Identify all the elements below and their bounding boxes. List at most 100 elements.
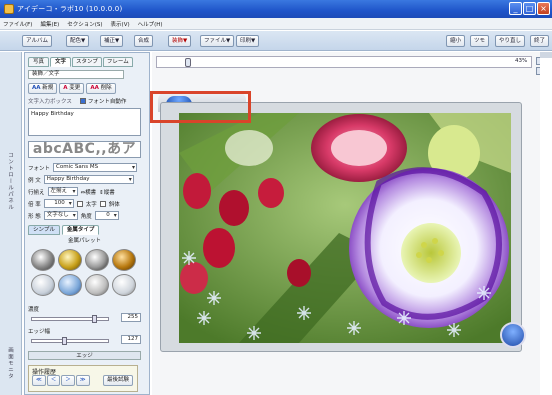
redo-button[interactable]: やり直し <box>495 35 526 47</box>
toolbar: アルバム 配色▼ 補正▼ 合成 装飾▼ ファイル▼ 印刷▼ 縮小 ツモ やり直し… <box>0 31 552 51</box>
shape-label: 形 態 <box>28 213 41 220</box>
close-button[interactable]: × <box>537 2 550 15</box>
text-input[interactable]: Happy Birthday <box>28 108 141 136</box>
title-bar: アイデーコ・ラボ10 (10.0.0.0) _ □ × <box>0 0 552 18</box>
app-icon <box>4 4 14 14</box>
menu-edit[interactable]: 編集(E) <box>40 20 59 28</box>
photo-frame <box>160 102 522 352</box>
monitor-label: 画面モニタ <box>7 347 13 380</box>
opacity-slider[interactable] <box>31 315 109 323</box>
opacity-thumb[interactable] <box>92 315 97 323</box>
edge-label: エッジ幅 <box>28 329 51 335</box>
window-title: アイデーコ・ラボ10 (10.0.0.0) <box>17 5 123 13</box>
album-button[interactable]: アルバム <box>22 35 52 47</box>
font-auto-label: フォント自動作 <box>87 99 127 105</box>
history-next-button[interactable]: ＞ <box>61 375 75 386</box>
size-label: 倍 率 <box>28 201 41 208</box>
tab-photo[interactable]: 写真 <box>28 57 50 67</box>
delete-text-button[interactable]: AA 削除 <box>86 83 116 94</box>
section-title: 装飾／文字 <box>28 70 124 79</box>
decorate-button[interactable]: 装飾▼ <box>168 35 192 47</box>
horizontal-option[interactable]: ⇔横書 <box>81 188 97 196</box>
tab-simple[interactable]: シンプル <box>28 225 60 235</box>
print-button[interactable]: 印刷▼ <box>236 35 260 47</box>
vertical-scrollbar[interactable] <box>540 52 552 395</box>
input-label: 文字入力ボックス <box>28 99 72 105</box>
change-text-button[interactable]: A 変更 <box>59 83 85 94</box>
string-label: 例 文 <box>28 177 41 184</box>
control-panel-label: コントロールパネル <box>7 152 13 211</box>
menu-help[interactable]: ヘルプ(H) <box>138 20 163 28</box>
edge-section[interactable]: エッジ <box>28 351 141 360</box>
canvas-photo[interactable] <box>179 113 511 343</box>
size-input[interactable]: 100 <box>43 199 74 208</box>
swatch-silver[interactable] <box>31 249 55 271</box>
swatch-blue[interactable] <box>58 274 82 296</box>
italic-label: 斜体 <box>108 201 120 208</box>
swatch-light[interactable] <box>112 274 136 296</box>
corner-knob-icon[interactable] <box>500 322 526 348</box>
action-row: AA 新規 A 変更 AA 削除 <box>28 83 116 94</box>
italic-checkbox[interactable] <box>99 200 106 207</box>
menu-file[interactable]: ファイル(F) <box>3 20 32 28</box>
edge-slider[interactable] <box>31 337 109 345</box>
highlight-box <box>150 91 251 123</box>
maximize-button[interactable]: □ <box>523 2 536 15</box>
string-row: 例 文 Happy Birthday <box>28 175 134 184</box>
edge-value[interactable]: 127 <box>121 335 141 344</box>
edge-thumb[interactable] <box>62 337 67 345</box>
zoom-slider[interactable]: 43% <box>156 56 532 68</box>
swatch-gold[interactable] <box>58 249 82 271</box>
zoom-thumb[interactable] <box>185 58 191 67</box>
history-first-button[interactable]: ≪ <box>32 375 46 386</box>
compose-button[interactable]: 合成 <box>134 35 154 47</box>
exit-button[interactable]: 終了 <box>530 35 550 47</box>
panel-tabs: 写真 文字 スタンプ フレーム <box>28 57 133 67</box>
window-controls: _ □ × <box>509 2 550 15</box>
history-panel: 操作履歴 ≪ ＜ ＞ ≫ 最後試験 <box>28 365 138 392</box>
size-row: 倍 率 100 太字 斜体 <box>28 199 120 208</box>
new-text-button[interactable]: AA 新規 <box>28 83 58 94</box>
shape-row: 形 態 文字なし 角度 0 <box>28 211 119 220</box>
history-apply-button[interactable]: 最後試験 <box>103 375 134 386</box>
font-auto-checkbox[interactable] <box>79 98 86 104</box>
bold-label: 太字 <box>85 201 97 208</box>
tab-frame[interactable]: フレーム <box>102 57 133 67</box>
control-panel: 写真 文字 スタンプ フレーム 装飾／文字 AA 新規 A 変更 AA 削除 文… <box>24 52 150 395</box>
align-row: 行揃え 左揃え ⇔横書 ⇕縦書 <box>28 187 115 196</box>
history-prev-button[interactable]: ＜ <box>46 375 61 386</box>
font-select[interactable]: Comic Sans MS <box>53 163 138 172</box>
menu-view[interactable]: 表示(V) <box>111 20 130 28</box>
menu-bar: ファイル(F) 編集(E) セクション(S) 表示(V) ヘルプ(H) <box>0 18 552 30</box>
tab-text[interactable]: 文字 <box>50 57 72 67</box>
file-button[interactable]: ファイル▼ <box>200 35 235 47</box>
correct-button[interactable]: 補正▼ <box>100 35 124 47</box>
swatch-bronze[interactable] <box>112 249 136 271</box>
align-select[interactable]: 左揃え <box>47 187 78 196</box>
tab-stamp[interactable]: スタンプ <box>72 57 102 67</box>
font-row: フォント Comic Sans MS <box>28 163 138 172</box>
edge-row: エッジ幅 <box>28 327 50 335</box>
string-select[interactable]: Happy Birthday <box>43 175 134 184</box>
font-preview: abcABC,,あア <box>28 141 141 158</box>
opacity-label: 濃度 <box>28 307 40 313</box>
menu-section[interactable]: セクション(S) <box>67 20 102 28</box>
zoom-value: 43% <box>515 58 528 64</box>
history-last-button[interactable]: ≫ <box>75 375 90 386</box>
vertical-option[interactable]: ⇕縦書 <box>99 188 115 196</box>
history-nav: ≪ ＜ ＞ ≫ <box>32 375 90 386</box>
scrollbar-thumb[interactable] <box>540 52 552 58</box>
swatch-pearl[interactable] <box>31 274 55 296</box>
shape-select[interactable]: 文字なし <box>43 211 78 220</box>
undo-button[interactable]: ツモ <box>470 35 490 47</box>
align-label: 行揃え <box>28 189 45 196</box>
tab-metal[interactable]: 金属タイプ <box>61 225 100 235</box>
minimize-button[interactable]: _ <box>509 2 522 15</box>
color-button[interactable]: 配色▼ <box>66 35 90 47</box>
swatch-gray[interactable] <box>85 274 109 296</box>
opacity-value[interactable]: 255 <box>121 313 141 322</box>
shrink-button[interactable]: 縮小 <box>446 35 466 47</box>
swatch-chrome[interactable] <box>85 249 109 271</box>
bold-checkbox[interactable] <box>76 200 83 207</box>
angle-input[interactable]: 0 <box>94 211 119 220</box>
